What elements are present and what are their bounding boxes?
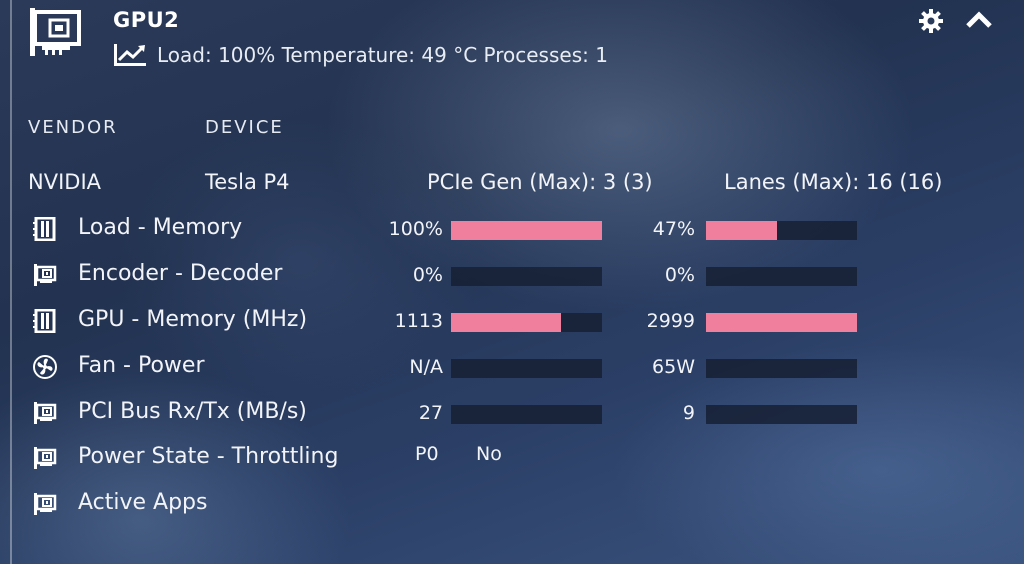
gpu-card-icon: [33, 492, 57, 516]
gpu-card-icon: [30, 8, 81, 56]
metric-value-1: 1113: [394, 310, 443, 332]
metric-bar-1: [451, 313, 602, 332]
metric-bar-1: [451, 359, 602, 378]
pcie-gen: PCIe Gen (Max): 3 (3): [427, 170, 653, 194]
memory-chip-icon: [33, 216, 57, 242]
vendor-heading: VENDOR: [28, 117, 118, 138]
device-value: Tesla P4: [205, 170, 290, 194]
metric-label: Load - Memory: [78, 215, 243, 240]
chevron-up-icon[interactable]: [965, 10, 993, 30]
metric-label: PCI Bus Rx/Tx (MB/s): [78, 399, 307, 424]
metric-value-2: 2999: [646, 310, 695, 332]
pcie-lanes: Lanes (Max): 16 (16): [724, 170, 943, 194]
metric-bar-2: [706, 267, 857, 286]
metric-label: Fan - Power: [78, 353, 205, 378]
metric-label: GPU - Memory (MHz): [78, 307, 308, 332]
metric-value-1: N/A: [409, 356, 443, 378]
metric-value-2: 47%: [652, 218, 695, 240]
metric-value-2: 65W: [652, 356, 695, 378]
line-chart-icon: [114, 44, 146, 66]
power-state-value: P0: [415, 443, 439, 465]
device-heading: DEVICE: [205, 117, 284, 138]
panel-border: [10, 0, 12, 564]
metric-bar-2: [706, 221, 857, 240]
gpu-title: GPU2: [113, 8, 180, 32]
metric-bar-fill: [706, 313, 857, 332]
metric-value-2: 0%: [664, 264, 695, 286]
metric-label: Power State - Throttling: [78, 444, 339, 469]
metric-bar-fill: [451, 313, 562, 332]
gpu-summary: Load: 100% Temperature: 49 °C Processes:…: [113, 42, 608, 68]
metric-bar-fill: [706, 221, 777, 240]
gear-icon[interactable]: [918, 8, 944, 34]
metric-bar-1: [451, 221, 602, 240]
metric-bar-2: [706, 359, 857, 378]
metric-value-2: 9: [682, 402, 695, 424]
metric-bar-1: [451, 267, 602, 286]
gpu-card-icon: [33, 401, 57, 425]
throttling-value: No: [476, 443, 502, 465]
metric-label: Active Apps: [78, 490, 208, 515]
summary-text: Load: 100% Temperature: 49 °C Processes:…: [157, 43, 608, 67]
gpu-card-icon: [33, 446, 57, 470]
gpu-card-icon: [33, 263, 57, 287]
metric-value-1: 27: [418, 402, 443, 424]
metric-value-1: 0%: [412, 264, 443, 286]
metric-label: Encoder - Decoder: [78, 261, 283, 286]
memory-chip-icon: [33, 308, 57, 334]
vendor-value: NVIDIA: [28, 170, 101, 194]
metric-bar-2: [706, 313, 857, 332]
metric-value-1: 100%: [388, 218, 443, 240]
metric-bar-fill: [451, 221, 602, 240]
fan-icon: [33, 355, 57, 379]
metric-bar-2: [706, 405, 857, 424]
metric-bar-1: [451, 405, 602, 424]
